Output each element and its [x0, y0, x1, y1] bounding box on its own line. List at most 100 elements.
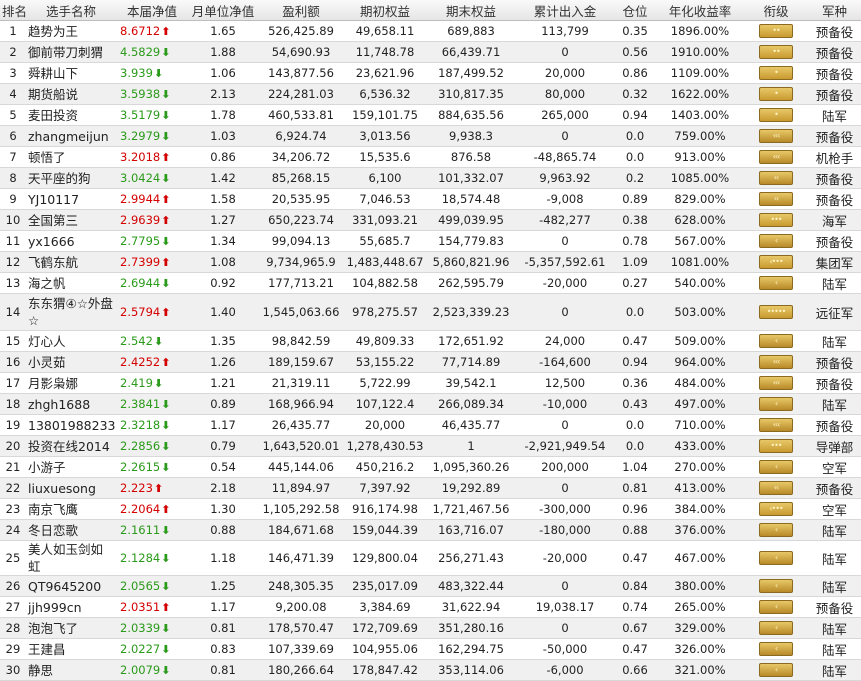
col-nav[interactable]: 本届净值	[116, 0, 188, 21]
player-name-link[interactable]: 投资在线2014	[26, 435, 116, 457]
table-row[interactable]: 2 御前带刀刺猬 4.5829⬇ 1.88 54,690.93 11,748.78 66,4…	[0, 41, 861, 63]
player-name-link[interactable]: 冬日恋歌	[26, 519, 116, 541]
position-cell: 0.94	[614, 104, 656, 126]
table-row[interactable]: 4 期货船说 3.5938⬇ 2.13 224,281.03 6,536.32 310,81…	[0, 83, 861, 105]
table-row[interactable]: 8 天平座的狗 3.0424⬇ 1.42 85,268.15 6,100 101,332.0…	[0, 167, 861, 189]
player-name-link[interactable]: 月影枭娜	[26, 372, 116, 394]
col-profit[interactable]: 盈利额	[258, 0, 344, 21]
profit-cell: 34,206.72	[258, 146, 344, 168]
table-row[interactable]: 10 全国第三 2.9639⬆ 1.27 650,223.74 331,093.21 499…	[0, 209, 861, 231]
table-row[interactable]: 3 舜耕山下 3.939⬇ 1.06 143,877.56 23,621.96 187,49…	[0, 62, 861, 84]
col-end-equity[interactable]: 期末权益	[426, 0, 516, 21]
profit-cell: 460,533.81	[258, 104, 344, 126]
col-name[interactable]: 选手名称	[26, 0, 116, 21]
nav-value: 2.3841	[120, 397, 161, 411]
col-monthly-nav[interactable]: 月单位净值	[188, 0, 258, 21]
table-row[interactable]: 5 麦田投资 3.5179⬇ 1.78 460,533.81 159,101.75 884,…	[0, 104, 861, 126]
end-equity-cell: 19,292.89	[426, 477, 516, 499]
col-net-flow[interactable]: 累计出入金	[516, 0, 614, 21]
player-name-link[interactable]: 东东猬④☆外盘☆	[26, 293, 116, 331]
nav-cell: 2.0079⬇	[116, 659, 188, 681]
rank-badge-cell: •••	[744, 435, 808, 457]
chevron-rank-icon: ‹	[759, 600, 793, 615]
player-name-link[interactable]: 飞鹤东航	[26, 251, 116, 273]
player-name-link[interactable]: 泡泡飞了	[26, 617, 116, 639]
table-row[interactable]: 25 美人如玉剑如虹 2.1284⬇ 1.18 146,471.39 129,800.04…	[0, 540, 861, 576]
player-name-link[interactable]: 趋势为王	[26, 20, 116, 42]
table-row[interactable]: 7 顿悟了 3.2018⬆ 0.86 34,206.72 15,535.6 876.58 -4…	[0, 146, 861, 168]
player-name-link[interactable]: 舜耕山下	[26, 62, 116, 84]
table-row[interactable]: 15 灯心人 2.542⬇ 1.35 98,842.59 49,809.33 172,651…	[0, 330, 861, 352]
player-name-link[interactable]: zhangmeijun	[26, 125, 116, 147]
table-row[interactable]: 28 泡泡飞了 2.0339⬇ 0.81 178,570.47 172,709.69 351…	[0, 617, 861, 639]
player-name-link[interactable]: 小游子	[26, 456, 116, 478]
table-row[interactable]: 11 yx1666 2.7795⬇ 1.34 99,094.13 55,685.7 154,…	[0, 230, 861, 252]
player-name-link[interactable]: 全国第三	[26, 209, 116, 231]
table-row[interactable]: 13 海之帆 2.6944⬇ 0.92 177,713.21 104,882.58 262,…	[0, 272, 861, 294]
player-name-link[interactable]: 海之帆	[26, 272, 116, 294]
player-name-link[interactable]: YJ10117	[26, 188, 116, 210]
player-name-link[interactable]: 灯心人	[26, 330, 116, 352]
player-name-link[interactable]: yx1666	[26, 230, 116, 252]
table-row[interactable]: 17 月影枭娜 2.419⬇ 1.21 21,319.11 5,722.99 39,542.…	[0, 372, 861, 394]
player-name-link[interactable]: 13801988233	[26, 414, 116, 436]
player-name-link[interactable]: 期货船说	[26, 83, 116, 105]
table-row[interactable]: 22 liuxuesong 2.223⬆ 2.18 11,894.97 7,397.92 1…	[0, 477, 861, 499]
player-name-link[interactable]: 天平座的狗	[26, 167, 116, 189]
table-row[interactable]: 27 jjh999cn 2.0351⬆ 1.17 9,200.08 3,384.69 31,…	[0, 596, 861, 618]
col-annual-return[interactable]: 年化收益率	[656, 0, 744, 21]
nav-value: 2.0227	[120, 642, 161, 656]
player-name-link[interactable]: 麦田投资	[26, 104, 116, 126]
annual-return-cell: 540.00%	[656, 272, 744, 294]
player-name-link[interactable]: 南京飞鹰	[26, 498, 116, 520]
player-name-link[interactable]: 静思	[26, 659, 116, 681]
table-row[interactable]: 20 投资在线2014 2.2856⬇ 0.79 1,643,520.01 1,278,4…	[0, 435, 861, 457]
rank-badge-cell: ‹	[744, 540, 808, 576]
player-name-link[interactable]: jjh999cn	[26, 596, 116, 618]
arrow-up-icon: ⬆	[161, 356, 171, 369]
table-row[interactable]: 26 QT9645200 2.0565⬇ 1.25 248,305.35 235,017.…	[0, 575, 861, 597]
table-row[interactable]: 30 静思 2.0079⬇ 0.81 180,266.64 178,847.42 353,1…	[0, 659, 861, 681]
player-name-link[interactable]: QT9645200	[26, 575, 116, 597]
col-rank-badge[interactable]: 衔级	[744, 0, 808, 21]
rank-cell: 30	[0, 659, 26, 681]
start-equity-cell: 978,275.57	[344, 293, 426, 331]
profit-cell: 9,200.08	[258, 596, 344, 618]
table-row[interactable]: 16 小灵茹 2.4252⬆ 1.26 189,159.67 53,155.22 77,71…	[0, 351, 861, 373]
nav-value: 2.2064	[120, 502, 161, 516]
player-name-link[interactable]: zhgh1688	[26, 393, 116, 415]
annual-return-cell: 1081.00%	[656, 251, 744, 273]
arrow-up-icon: ⬆	[161, 256, 171, 269]
table-row[interactable]: 24 冬日恋歌 2.1611⬇ 0.88 184,671.68 159,044.39 163…	[0, 519, 861, 541]
table-row[interactable]: 18 zhgh1688 2.3841⬇ 0.89 168,966.94 107,122.4…	[0, 393, 861, 415]
annual-return-cell: 503.00%	[656, 293, 744, 331]
nav-cell: 2.0339⬇	[116, 617, 188, 639]
header-row: 排名 选手名称 本届净值 月单位净值 盈利额 期初权益 期末权益 累计出入金 仓…	[0, 0, 861, 21]
col-position[interactable]: 仓位	[614, 0, 656, 21]
annual-return-cell: 1622.00%	[656, 83, 744, 105]
table-row[interactable]: 23 南京飞鹰 2.2064⬆ 1.30 1,105,292.58 916,174.98 1…	[0, 498, 861, 520]
player-name-link[interactable]: 王建昌	[26, 638, 116, 660]
nav-cell: 2.1284⬇	[116, 540, 188, 576]
player-name-link[interactable]: liuxuesong	[26, 477, 116, 499]
table-row[interactable]: 9 YJ10117 2.9944⬆ 1.58 20,535.95 7,046.53 18,5…	[0, 188, 861, 210]
end-equity-cell: 5,860,821.96	[426, 251, 516, 273]
col-start-equity[interactable]: 期初权益	[344, 0, 426, 21]
rank-badge-cell: ‹‹	[744, 477, 808, 499]
table-row[interactable]: 12 飞鹤东航 2.7399⬆ 1.08 9,734,965.9 1,483,448.67…	[0, 251, 861, 273]
table-row[interactable]: 14 东东猬④☆外盘☆ 2.5794⬆ 1.40 1,545,063.66 978,275…	[0, 293, 861, 331]
table-row[interactable]: 6 zhangmeijun 3.2979⬇ 1.03 6,924.74 3,013.56 9…	[0, 125, 861, 147]
nav-cell: 8.6712⬆	[116, 20, 188, 42]
player-name-link[interactable]: 小灵茹	[26, 351, 116, 373]
rank-cell: 26	[0, 575, 26, 597]
player-name-link[interactable]: 御前带刀刺猬	[26, 41, 116, 63]
player-name-link[interactable]: 顿悟了	[26, 146, 116, 168]
table-row[interactable]: 29 王建昌 2.0227⬇ 0.83 107,339.69 104,955.06 162,…	[0, 638, 861, 660]
col-rank[interactable]: 排名	[0, 0, 26, 21]
col-branch[interactable]: 军种	[808, 0, 861, 21]
table-row[interactable]: 19 13801988233 2.3218⬇ 1.17 26,435.77 20,000 4…	[0, 414, 861, 436]
table-row[interactable]: 1 趋势为王 8.6712⬆ 1.65 526,425.89 49,658.11 689,8…	[0, 20, 861, 42]
player-name-link[interactable]: 美人如玉剑如虹	[26, 540, 116, 576]
end-equity-cell: 77,714.89	[426, 351, 516, 373]
table-row[interactable]: 21 小游子 2.2615⬇ 0.54 445,144.06 450,216.2 1,095…	[0, 456, 861, 478]
